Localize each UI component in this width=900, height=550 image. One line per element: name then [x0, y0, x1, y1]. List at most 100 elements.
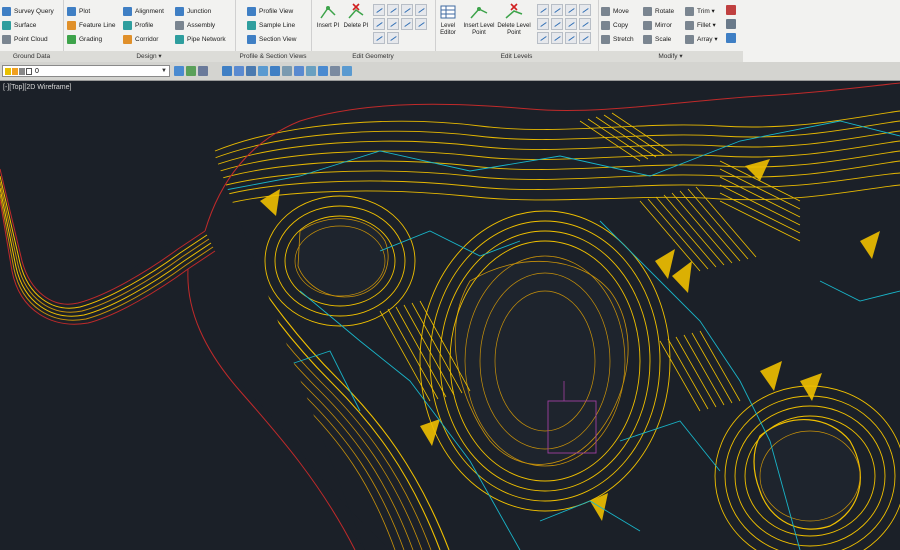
- delete-level-point-button[interactable]: Delete Level Point: [497, 3, 531, 47]
- make-current-icon[interactable]: [186, 66, 196, 76]
- geometry-tool-icon[interactable]: [373, 4, 385, 16]
- move-button[interactable]: Move: [601, 5, 629, 17]
- pan-icon[interactable]: [222, 66, 232, 76]
- insert-pi-button[interactable]: Insert PI: [314, 3, 342, 47]
- survey-query-label: Survey Query: [14, 7, 54, 15]
- scale-label: Scale: [655, 35, 672, 43]
- erase-icon[interactable]: [726, 5, 736, 15]
- panel-modify: Move Copy Stretch Rotate Mirror Scale Tr…: [598, 0, 743, 62]
- corridor-label: Corridor: [135, 35, 159, 43]
- profile-button[interactable]: Profile: [123, 19, 153, 31]
- insert-pi-label: Insert PI: [316, 23, 340, 29]
- zoom-window-icon[interactable]: [246, 66, 256, 76]
- profile-view-button[interactable]: Profile View: [247, 5, 293, 17]
- geometry-tool-icon[interactable]: [401, 4, 413, 16]
- corridor-icon: [123, 34, 132, 44]
- insert-level-point-button[interactable]: Insert Level Point: [462, 3, 496, 47]
- level-tool-icon[interactable]: [551, 32, 563, 44]
- layer-properties-icon[interactable]: [174, 66, 184, 76]
- mirror-button[interactable]: Mirror: [643, 19, 672, 31]
- pipe-network-label: Pipe Network: [187, 35, 226, 43]
- level-tool-icon[interactable]: [565, 18, 577, 30]
- insert-pi-icon: [319, 3, 337, 21]
- geometry-tool-icon[interactable]: [415, 4, 427, 16]
- stretch-button[interactable]: Stretch: [601, 33, 634, 45]
- point-cloud-button[interactable]: Point Cloud: [2, 33, 48, 45]
- trim-button[interactable]: Trim ▾: [685, 5, 715, 17]
- profile-view-label: Profile View: [259, 7, 294, 15]
- viewport-label[interactable]: [-][Top][2D Wireframe]: [3, 84, 71, 91]
- feature-line-button[interactable]: Feature Line: [67, 19, 116, 31]
- geometry-tool-icon[interactable]: [387, 32, 399, 44]
- level-tool-icon[interactable]: [579, 18, 591, 30]
- view-manager-icon[interactable]: [294, 66, 304, 76]
- mirror-icon: [643, 20, 652, 30]
- plot-button[interactable]: Plot: [67, 5, 90, 17]
- regen-icon[interactable]: [306, 66, 316, 76]
- level-tool-icon[interactable]: [579, 32, 591, 44]
- orbit-icon[interactable]: [318, 66, 328, 76]
- delete-pi-button[interactable]: Delete PI: [342, 3, 370, 47]
- mirror-label: Mirror: [655, 21, 672, 29]
- explode-icon[interactable]: [726, 19, 736, 29]
- panel-edit-geometry: Insert PI Delete PI Edit Geometry: [311, 0, 436, 62]
- level-tool-icon[interactable]: [579, 4, 591, 16]
- junction-button[interactable]: Junction: [175, 5, 211, 17]
- surface-button[interactable]: Surface: [2, 19, 36, 31]
- scale-button[interactable]: Scale: [643, 33, 671, 45]
- sample-line-button[interactable]: Sample Line: [247, 19, 295, 31]
- level-tool-icon[interactable]: [537, 4, 549, 16]
- copy-button[interactable]: Copy: [601, 19, 628, 31]
- level-editor-icon: [439, 3, 457, 21]
- layer-dropdown[interactable]: 0 ▼: [2, 65, 170, 77]
- zoom-previous-icon[interactable]: [258, 66, 268, 76]
- pipe-network-button[interactable]: Pipe Network: [175, 33, 226, 45]
- geometry-tool-icon[interactable]: [387, 4, 399, 16]
- assembly-label: Assembly: [187, 21, 216, 29]
- scale-icon: [643, 34, 652, 44]
- assembly-button[interactable]: Assembly: [175, 19, 215, 31]
- insert-level-point-label: Insert Level Point: [463, 23, 495, 36]
- corridor-button[interactable]: Corridor: [123, 33, 158, 45]
- profile-label: Profile: [135, 21, 154, 29]
- rotate-button[interactable]: Rotate: [643, 5, 674, 17]
- zoom-realtime-icon[interactable]: [234, 66, 244, 76]
- delete-level-point-icon: [505, 3, 523, 21]
- grading-label: Grading: [79, 35, 103, 43]
- geometry-tool-icon[interactable]: [401, 18, 413, 30]
- survey-query-button[interactable]: Survey Query: [2, 5, 54, 17]
- panel-design-title[interactable]: Design ▾: [63, 51, 235, 62]
- layer-previous-icon[interactable]: [198, 66, 208, 76]
- delete-pi-label: Delete PI: [343, 23, 369, 29]
- level-editor-button[interactable]: Level Editor: [435, 3, 461, 47]
- level-tool-icon[interactable]: [565, 4, 577, 16]
- junction-icon: [175, 6, 184, 16]
- level-tool-icon[interactable]: [551, 18, 563, 30]
- alignment-icon: [123, 6, 132, 16]
- alignment-button[interactable]: Alignment: [123, 5, 164, 17]
- level-tool-icon[interactable]: [551, 4, 563, 16]
- geometry-tool-icon[interactable]: [373, 18, 385, 30]
- array-button[interactable]: Array ▾: [685, 33, 718, 45]
- match-properties-icon[interactable]: [342, 66, 352, 76]
- geometry-tool-icon[interactable]: [415, 18, 427, 30]
- section-view-button[interactable]: Section View: [247, 33, 296, 45]
- geometry-tool-icon[interactable]: [373, 32, 385, 44]
- named-views-icon[interactable]: [282, 66, 292, 76]
- level-tool-icon[interactable]: [537, 18, 549, 30]
- civil-3d-window: Survey Query Surface Point Cloud Ground …: [0, 0, 900, 550]
- fillet-button[interactable]: Fillet ▾: [685, 19, 716, 31]
- level-tool-icon[interactable]: [565, 32, 577, 44]
- layer-toolbar: 0 ▼: [0, 62, 900, 81]
- offset-icon[interactable]: [726, 33, 736, 43]
- level-tool-icon[interactable]: [537, 32, 549, 44]
- drawing-viewport[interactable]: [-][Top][2D Wireframe]: [0, 81, 900, 550]
- ribbon: Survey Query Surface Point Cloud Ground …: [0, 0, 900, 63]
- geometry-tool-icon[interactable]: [387, 18, 399, 30]
- terrain-contours: [0, 81, 900, 550]
- grading-button[interactable]: Grading: [67, 33, 102, 45]
- panel-ground-data-title[interactable]: Ground Data: [0, 51, 63, 62]
- properties-icon[interactable]: [330, 66, 340, 76]
- zoom-extents-icon[interactable]: [270, 66, 280, 76]
- panel-modify-title[interactable]: Modify ▾: [598, 51, 743, 62]
